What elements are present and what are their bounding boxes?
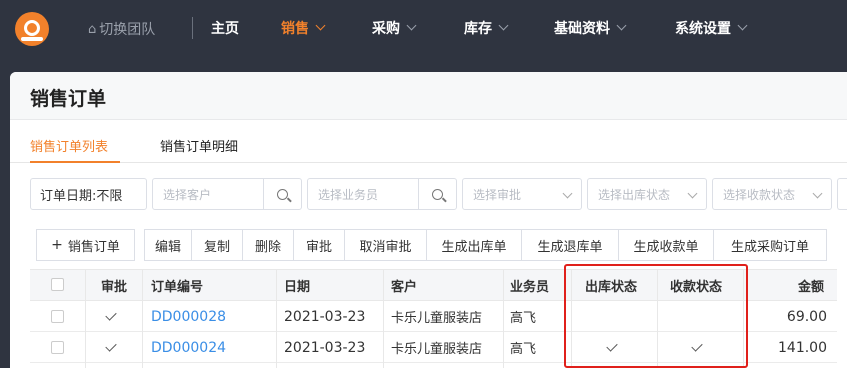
generate-outbound-button[interactable]: 生成出库单: [426, 229, 522, 261]
approved-check-icon: [105, 301, 117, 332]
chevron-down-icon: [616, 20, 627, 31]
chevron-down-icon: [687, 188, 698, 199]
audit-select[interactable]: 选择审批: [462, 178, 582, 210]
salesperson-select[interactable]: 选择业务员: [307, 178, 457, 210]
col-customer: 客户: [391, 279, 418, 295]
approve-button[interactable]: 审批: [293, 229, 345, 261]
nav-sales[interactable]: 销售: [281, 18, 326, 38]
outbound-status-select[interactable]: 选择出库状态: [587, 178, 707, 210]
order-date: 2021-03-23: [284, 308, 366, 325]
col-amount: 金额: [798, 279, 825, 295]
salesperson-name: 高飞: [510, 311, 537, 326]
page-title: 销售订单: [30, 88, 107, 110]
copy-button[interactable]: 复制: [191, 229, 243, 261]
salesperson-name: 高飞: [510, 342, 537, 357]
chevron-down-icon: [812, 188, 823, 199]
search-icon: [277, 188, 288, 200]
col-order-no: 订单编号: [151, 279, 204, 295]
chevron-down-icon: [498, 20, 509, 31]
active-tab-indicator: [30, 161, 120, 163]
chevron-down-icon: [406, 20, 417, 31]
delete-button[interactable]: 删除: [242, 229, 294, 261]
row-checkbox[interactable]: [51, 310, 64, 323]
nav-inventory[interactable]: 库存: [464, 18, 509, 38]
payment-status-select[interactable]: 选择收款状态: [712, 178, 832, 210]
plus-icon: +: [51, 237, 63, 253]
order-date: 2021-03-23: [284, 339, 366, 356]
nav-purchase[interactable]: 采购: [372, 18, 417, 38]
order-amount: 141.00: [778, 339, 827, 356]
order-number-link[interactable]: DD000024: [151, 332, 226, 363]
col-date: 日期: [284, 279, 311, 295]
status-columns-highlight: [564, 264, 748, 368]
customer-select[interactable]: 选择客户: [152, 178, 302, 210]
col-approve: 审批: [101, 279, 128, 295]
grid-line: [503, 269, 504, 368]
generate-purchase-order-button[interactable]: 生成采购订单: [713, 229, 827, 261]
col-salesperson: 业务员: [510, 279, 550, 295]
generate-return-button[interactable]: 生成退库单: [521, 229, 619, 261]
generate-receipt-button[interactable]: 生成收款单: [618, 229, 714, 261]
chevron-down-icon: [562, 188, 573, 199]
nav-divider: [192, 17, 193, 39]
order-number-link[interactable]: DD000028: [151, 301, 226, 332]
cancel-approve-button[interactable]: 取消审批: [344, 229, 427, 261]
customer-search-button[interactable]: [263, 179, 301, 209]
page-header: 销售订单: [10, 72, 847, 120]
order-date-filter[interactable]: 订单日期:不限: [30, 178, 147, 210]
nav-system-settings[interactable]: 系统设置: [675, 18, 748, 38]
add-sales-order-button[interactable]: + 销售订单: [36, 229, 135, 261]
search-icon: [432, 188, 443, 200]
customer-name: 卡乐儿童服装店: [391, 311, 483, 326]
customer-name: 卡乐儿童服装店: [391, 342, 483, 357]
grid-line: [276, 269, 277, 368]
select-all-checkbox[interactable]: [51, 278, 64, 291]
grid-line: [383, 269, 384, 368]
edit-button[interactable]: 编辑: [144, 229, 192, 261]
approved-check-icon: [105, 332, 117, 363]
more-filter[interactable]: [837, 178, 847, 210]
chevron-down-icon: [737, 20, 748, 31]
nav-basic-data[interactable]: 基础资料: [554, 18, 627, 38]
row-checkbox[interactable]: [51, 341, 64, 354]
switch-team-button[interactable]: ⌂ 切换团队: [88, 19, 155, 39]
salesperson-search-button[interactable]: [418, 179, 456, 209]
grid-line: [142, 269, 143, 368]
order-amount: 69.00: [786, 308, 827, 325]
switch-team-label: 切换团队: [99, 22, 156, 38]
chevron-down-icon: [315, 20, 326, 31]
top-nav: ⌂ 切换团队 主页 销售 采购 库存 基础资料 系统设置: [0, 0, 847, 56]
grid-line: [85, 269, 86, 368]
tab-bar: 销售订单列表 销售订单明细: [10, 120, 847, 163]
tab-order-list[interactable]: 销售订单列表: [30, 136, 108, 155]
tab-order-detail[interactable]: 销售订单明细: [160, 136, 238, 155]
nav-home[interactable]: 主页: [211, 18, 239, 38]
app-logo[interactable]: [15, 12, 49, 46]
home-icon: ⌂: [88, 21, 97, 37]
